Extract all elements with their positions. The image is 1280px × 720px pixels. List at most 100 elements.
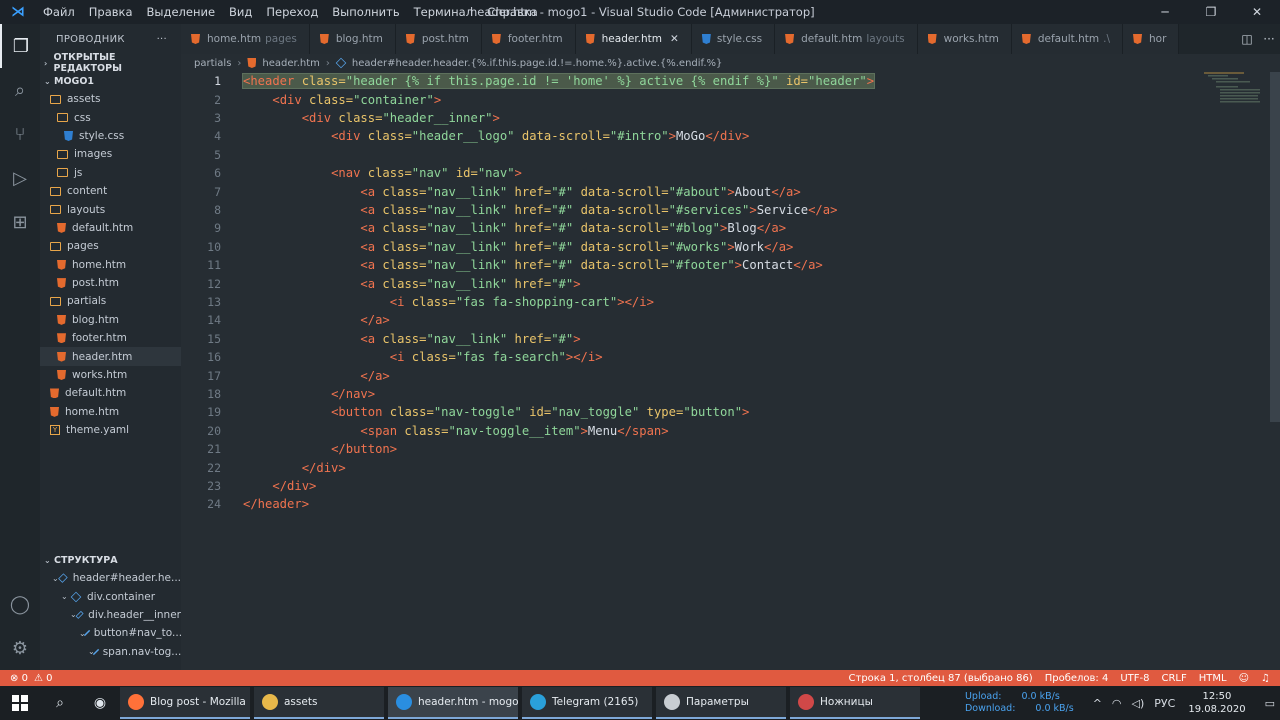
file-tree-item[interactable]: footer.htm bbox=[40, 329, 181, 347]
code-line: 14 </a> bbox=[181, 311, 1270, 329]
search-icon[interactable]: ⌕ bbox=[40, 686, 80, 720]
file-tree-item[interactable]: layouts bbox=[40, 200, 181, 218]
code-token: class= bbox=[331, 110, 383, 125]
breadcrumb-item[interactable]: header#header.header.{%.if.this.page.id.… bbox=[352, 58, 722, 69]
file-tree-item[interactable]: home.htm bbox=[40, 256, 181, 274]
file-tree-label: content bbox=[67, 185, 108, 198]
headset-app-icon[interactable]: ◉ bbox=[80, 686, 120, 720]
menu-item[interactable]: Вид bbox=[222, 0, 259, 24]
code-token: </a> bbox=[360, 313, 390, 328]
editor-tab[interactable]: post.htm bbox=[395, 24, 482, 54]
more-actions-icon[interactable]: ··· bbox=[1258, 32, 1280, 46]
file-tree-item[interactable]: content bbox=[40, 182, 181, 200]
clock[interactable]: 12:50 19.08.2020 bbox=[1188, 690, 1245, 716]
language-mode[interactable]: HTML bbox=[1199, 673, 1227, 684]
tab-label: header.htm bbox=[601, 33, 663, 45]
language-indicator[interactable]: РУС bbox=[1154, 697, 1175, 710]
more-actions-icon[interactable]: ··· bbox=[157, 34, 167, 45]
file-tree-item[interactable]: header.htm bbox=[40, 347, 181, 366]
editor-tab[interactable]: footer.htm bbox=[481, 24, 576, 54]
editor-tab[interactable]: works.htm bbox=[917, 24, 1012, 54]
account-icon[interactable]: ◯ bbox=[0, 582, 40, 626]
explorer-icon[interactable]: ❐ bbox=[0, 24, 40, 68]
project-section[interactable]: ⌄ MOGO1 bbox=[40, 72, 181, 90]
cursor-position[interactable]: Строка 1, столбец 87 (выбрано 86) bbox=[849, 673, 1033, 684]
outline-item[interactable]: ⌄ button#nav_to... bbox=[40, 624, 181, 642]
file-tree-item[interactable]: partials bbox=[40, 292, 181, 310]
editor-tab[interactable]: hor bbox=[1123, 24, 1180, 54]
outline-item[interactable]: ⌄ div.header__inner bbox=[40, 606, 181, 624]
menu-item[interactable]: Выделение bbox=[140, 0, 223, 24]
minimize-icon[interactable]: ─ bbox=[1142, 0, 1188, 24]
close-icon[interactable]: ✕ bbox=[670, 33, 679, 45]
menu-item[interactable]: Правка bbox=[82, 0, 140, 24]
file-tree-item[interactable]: images bbox=[40, 145, 181, 163]
file-tree-item[interactable]: assets bbox=[40, 90, 181, 108]
file-tree-item[interactable]: js bbox=[40, 164, 181, 182]
breadcrumb-item[interactable]: partials bbox=[194, 58, 231, 69]
outline-item[interactable]: ⌄ span.nav-tog... bbox=[40, 643, 181, 661]
maximize-icon[interactable]: ❐ bbox=[1188, 0, 1234, 24]
editor-tab[interactable]: style.css bbox=[691, 24, 776, 54]
editor-tab[interactable]: home.htm pages bbox=[181, 24, 310, 54]
taskbar-app[interactable]: Параметры bbox=[656, 687, 786, 719]
encoding[interactable]: UTF-8 bbox=[1120, 673, 1149, 684]
breadcrumb-item[interactable]: header.htm bbox=[262, 58, 320, 69]
menu-item[interactable]: Выполнить bbox=[325, 0, 406, 24]
outline-item[interactable]: ⌄ div.container bbox=[40, 587, 181, 605]
taskbar-app[interactable]: assets bbox=[254, 687, 384, 719]
taskbar-app[interactable]: Telegram (2165) bbox=[522, 687, 652, 719]
split-editor-icon[interactable]: ◫ bbox=[1236, 32, 1258, 46]
editor-tab[interactable]: default.htm .\ bbox=[1011, 24, 1124, 54]
gear-icon[interactable]: ⚙ bbox=[0, 626, 40, 670]
code-text: <div class="header__inner"> bbox=[243, 111, 500, 125]
editor-tab[interactable]: header.htm ✕ bbox=[575, 24, 692, 54]
windows-start-icon[interactable] bbox=[0, 686, 40, 720]
file-tree-item[interactable]: blog.htm bbox=[40, 311, 181, 329]
file-tree-item[interactable]: works.htm bbox=[40, 366, 181, 384]
menu-item[interactable]: Файл bbox=[36, 0, 82, 24]
file-tree-item[interactable]: post.htm bbox=[40, 274, 181, 292]
open-editors-section[interactable]: › ОТКРЫТЫЕ РЕДАКТОРЫ bbox=[40, 52, 181, 74]
editor-scrollbar[interactable] bbox=[1270, 72, 1280, 422]
file-tree-item[interactable]: Ytheme.yaml bbox=[40, 421, 181, 439]
taskbar-app[interactable]: Blog post - Mozilla ... bbox=[120, 687, 250, 719]
bell-icon[interactable]: ♫ bbox=[1261, 673, 1270, 684]
line-ending[interactable]: CRLF bbox=[1162, 673, 1187, 684]
outline-section[interactable]: ⌄ СТРУКТУРА bbox=[40, 551, 181, 569]
file-tree-item[interactable]: style.css bbox=[40, 127, 181, 145]
file-tree-item[interactable]: css bbox=[40, 108, 181, 126]
taskbar-app[interactable]: Ножницы bbox=[790, 687, 920, 719]
taskbar-app[interactable]: header.htm - mogo1... bbox=[388, 687, 518, 719]
windows-taskbar: ⌕ ◉ Blog post - Mozilla ... assets header.… bbox=[0, 686, 1280, 720]
wifi-icon[interactable]: ◠ bbox=[1112, 697, 1122, 710]
element-icon bbox=[335, 57, 347, 69]
editor-tab[interactable]: blog.htm bbox=[309, 24, 396, 54]
editor-tabs: home.htm pages blog.htm post.htm footer.htm h… bbox=[181, 24, 1280, 54]
volume-icon[interactable]: ◁) bbox=[1132, 697, 1145, 710]
code-editor[interactable]: 1 <header class="header {% if this.page.i… bbox=[181, 72, 1270, 670]
outline-item[interactable]: ⌄ header#header.he... bbox=[40, 569, 181, 587]
file-tree-item[interactable]: default.htm bbox=[40, 219, 181, 237]
file-tree-item[interactable]: pages bbox=[40, 237, 181, 255]
file-tree-item[interactable]: default.htm bbox=[40, 384, 181, 402]
code-token: "nav__link" bbox=[426, 331, 508, 346]
warnings-indicator[interactable]: ⚠ 0 bbox=[34, 673, 53, 684]
code-token: class= bbox=[294, 74, 346, 89]
feedback-icon[interactable]: ☺ bbox=[1239, 673, 1249, 684]
run-debug-icon[interactable]: ▷ bbox=[0, 156, 40, 200]
indentation[interactable]: Пробелов: 4 bbox=[1045, 673, 1109, 684]
minimap[interactable] bbox=[1200, 72, 1270, 112]
close-icon[interactable]: ✕ bbox=[1234, 0, 1280, 24]
source-control-icon[interactable]: ⑂ bbox=[0, 112, 40, 156]
html-file-icon bbox=[57, 259, 66, 270]
notifications-icon[interactable]: ▭ bbox=[1265, 697, 1275, 710]
file-tree-item[interactable]: home.htm bbox=[40, 403, 181, 421]
search-icon[interactable]: ⌕ bbox=[0, 68, 40, 112]
editor-tab[interactable]: default.htm layouts bbox=[775, 24, 918, 54]
extensions-icon[interactable]: ⊞ bbox=[0, 200, 40, 244]
errors-indicator[interactable]: ⊗ 0 bbox=[10, 673, 28, 684]
chevron-up-icon[interactable]: ^ bbox=[1093, 697, 1102, 710]
menu-item[interactable]: Переход bbox=[259, 0, 325, 24]
